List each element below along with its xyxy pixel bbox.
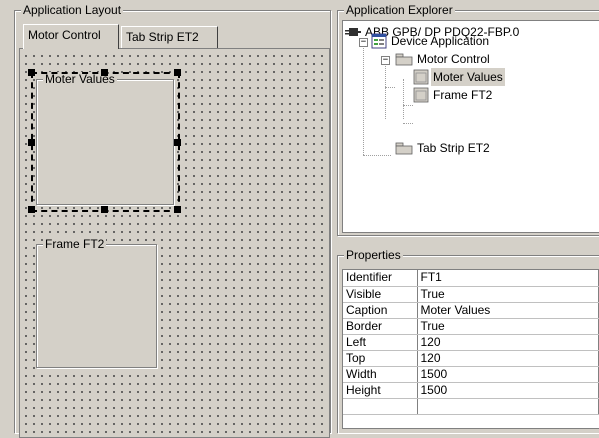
property-value[interactable]: True: [417, 286, 599, 303]
tree-line: [363, 43, 364, 155]
tree-item-frame-ft2[interactable]: Frame FT2: [413, 86, 494, 104]
property-name: Left: [343, 334, 418, 351]
resize-handle-bottom-left[interactable]: [28, 206, 35, 213]
tree-item-label: Motor Control: [417, 52, 490, 66]
frame-moter-values[interactable]: Moter Values: [36, 72, 174, 205]
frame-frame-ft2-title: Frame FT2: [43, 237, 107, 251]
property-value[interactable]: 120: [417, 350, 599, 367]
tree-item-moter-values[interactable]: Moter Values: [413, 68, 505, 86]
property-row[interactable]: Visible True: [343, 286, 599, 303]
properties-grid[interactable]: Identifier FT1 Visible True Caption Moter V…: [342, 269, 599, 429]
resize-handle-right[interactable]: [174, 139, 181, 146]
property-name: Width: [343, 366, 418, 383]
resize-handle-top-left[interactable]: [28, 69, 35, 76]
collapse-icon[interactable]: −: [359, 38, 368, 47]
frame-frame-ft2[interactable]: Frame FT2: [36, 237, 157, 368]
folder-tab-icon: [395, 142, 413, 155]
tree-item-label: Tab Strip ET2: [417, 141, 490, 155]
resize-handle-bottom-right[interactable]: [174, 206, 181, 213]
tree-line: [385, 87, 395, 88]
tree-line: [385, 61, 386, 119]
property-name-empty: [343, 398, 418, 415]
layout-design-canvas[interactable]: Moter Values Frame FT2: [19, 48, 330, 438]
property-row[interactable]: Left 120: [343, 334, 599, 351]
tree-line: [363, 155, 391, 156]
property-row[interactable]: Top 120: [343, 350, 599, 367]
tree-item-label: Device Application: [391, 34, 490, 48]
resize-handle-left[interactable]: [28, 139, 35, 146]
tab-tab-strip-et2[interactable]: Tab Strip ET2: [121, 26, 218, 48]
explorer-tree[interactable]: ABB GPB/ DP PDQ22-FBP.0 − Device Applica…: [342, 20, 599, 233]
property-value[interactable]: 120: [417, 334, 599, 351]
tree-item-label: Frame FT2: [433, 88, 493, 102]
tree-line: [403, 105, 413, 106]
property-row[interactable]: Width 1500: [343, 366, 599, 383]
tab-motor-control[interactable]: Motor Control: [23, 24, 119, 49]
property-name: Visible: [343, 286, 418, 303]
resize-handle-bottom[interactable]: [101, 206, 108, 213]
frame-icon: [413, 87, 429, 103]
application-explorer-panel: Application Explorer ABB GPB/ DP PDQ22-F…: [337, 3, 599, 236]
tree-line: [403, 123, 413, 124]
property-name: Height: [343, 382, 418, 399]
collapse-icon[interactable]: −: [381, 56, 390, 65]
property-value[interactable]: FT1: [417, 270, 599, 287]
resize-handle-top-right[interactable]: [174, 69, 181, 76]
resize-handle-top[interactable]: [101, 69, 108, 76]
tree-item-device-application[interactable]: Device Application: [371, 32, 491, 50]
tree-item-tab-strip-et2[interactable]: Tab Strip ET2: [395, 139, 492, 157]
property-row[interactable]: Border True: [343, 318, 599, 335]
property-value-empty: [417, 398, 599, 415]
property-name: Caption: [343, 302, 418, 319]
property-name: Identifier: [343, 270, 418, 287]
property-value[interactable]: 1500: [417, 382, 599, 399]
tree-item-label: Moter Values: [431, 68, 505, 86]
property-row[interactable]: Caption Moter Values: [343, 302, 599, 319]
property-name: Top: [343, 350, 418, 367]
tree-line: [403, 79, 404, 119]
plug-icon: [345, 28, 361, 36]
properties-panel: Properties Identifier FT1 Visible True Cap…: [337, 248, 599, 433]
property-value[interactable]: Moter Values: [417, 302, 599, 319]
frame-icon: [413, 69, 429, 85]
application-icon: [371, 33, 387, 49]
property-row-empty: [343, 398, 599, 415]
application-layout-title: Application Layout: [21, 3, 124, 17]
property-value[interactable]: 1500: [417, 366, 599, 383]
property-row[interactable]: Identifier FT1: [343, 270, 599, 287]
property-row[interactable]: Height 1500: [343, 382, 599, 399]
tree-item-motor-control[interactable]: Motor Control: [395, 50, 492, 68]
folder-tab-icon: [395, 53, 413, 66]
properties-title: Properties: [344, 248, 403, 262]
property-name: Border: [343, 318, 418, 335]
application-layout-panel: Application Layout Motor Control Tab Str…: [14, 3, 331, 438]
application-explorer-title: Application Explorer: [344, 3, 455, 17]
property-value[interactable]: True: [417, 318, 599, 335]
